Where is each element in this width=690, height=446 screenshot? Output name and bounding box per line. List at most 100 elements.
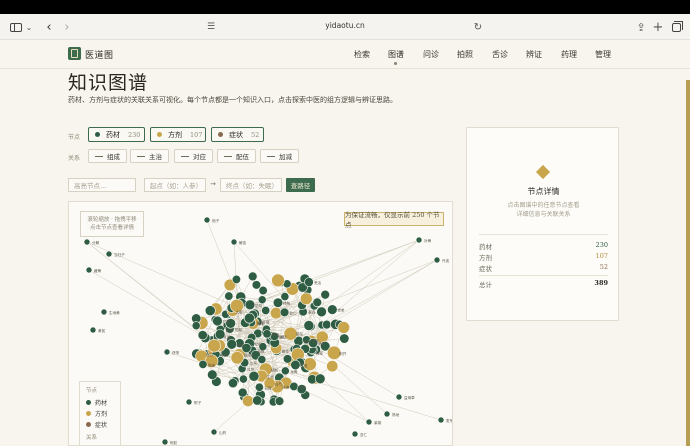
reload-icon[interactable]: ↻ xyxy=(472,19,484,35)
herb-node[interactable] xyxy=(281,366,290,376)
herb-node[interactable] xyxy=(224,291,234,301)
herb-node[interactable] xyxy=(203,216,211,224)
graph-svg[interactable]: 分解当归子藏骨炮子解血 补骨丹皮茯苓附子阿胶柴胡熟地杏仁麦冬山药益母草生地黄黄芪天… xyxy=(69,202,453,446)
relation-chip-indication[interactable]: 主治 xyxy=(130,149,169,163)
logo-icon[interactable] xyxy=(68,47,81,60)
herb-node[interactable] xyxy=(105,250,113,258)
nav-item-search[interactable]: 检索 xyxy=(354,49,370,60)
herb-node[interactable] xyxy=(415,236,423,244)
formula-node[interactable] xyxy=(242,395,254,407)
herb-node[interactable] xyxy=(282,354,293,364)
path-start-input[interactable]: 起点（如：人参） xyxy=(144,178,206,192)
herb-node[interactable] xyxy=(226,339,237,350)
formula-node[interactable] xyxy=(230,351,244,365)
nav-item-syndrome[interactable]: 辨证 xyxy=(526,49,542,60)
formula-node[interactable] xyxy=(300,292,313,305)
herb-node[interactable] xyxy=(280,292,290,301)
sidebar-toggle-icon[interactable] xyxy=(8,19,24,35)
nav-item-tongue[interactable]: 舌诊 xyxy=(492,49,508,60)
herb-node[interactable] xyxy=(244,312,255,324)
stat-row-symptom: 症状 52 xyxy=(479,263,608,273)
herb-node[interactable] xyxy=(383,410,391,418)
filter-chip-symptom[interactable]: 症状 52 xyxy=(211,127,264,142)
herb-node[interactable] xyxy=(163,348,171,356)
brand-name[interactable]: 医道图 xyxy=(85,48,114,61)
filter-chip-herb[interactable]: 药材 230 xyxy=(88,127,145,142)
herb-node[interactable] xyxy=(257,355,267,365)
back-icon[interactable]: ‹ xyxy=(43,19,55,35)
nav-item-consult[interactable]: 问诊 xyxy=(423,49,439,60)
herb-node[interactable] xyxy=(210,428,218,436)
herb-node[interactable] xyxy=(185,398,193,406)
herb-node[interactable] xyxy=(257,295,267,305)
page-menu-icon[interactable]: ☰ xyxy=(205,19,217,35)
nav-item-admin[interactable]: 管理 xyxy=(595,49,611,60)
herb-node[interactable] xyxy=(272,297,284,308)
herb-node[interactable] xyxy=(303,320,315,331)
nav-item-photo[interactable]: 拍照 xyxy=(457,49,473,60)
herb-node[interactable] xyxy=(261,306,271,315)
herb-node[interactable] xyxy=(197,330,208,341)
nav-item-graph[interactable]: 图谱 xyxy=(388,49,404,60)
herb-node[interactable] xyxy=(395,393,403,401)
herb-node[interactable] xyxy=(100,308,108,316)
herb-node[interactable] xyxy=(207,369,218,380)
herb-node[interactable] xyxy=(262,329,272,339)
herb-node[interactable] xyxy=(191,321,201,331)
filter-chip-formula[interactable]: 方剂 107 xyxy=(150,127,206,142)
herb-node[interactable] xyxy=(290,359,301,371)
new-tab-icon[interactable]: + xyxy=(652,19,664,35)
herb-node[interactable] xyxy=(198,359,208,369)
tab-overview-icon[interactable] xyxy=(670,19,683,35)
forward-icon[interactable]: › xyxy=(61,19,73,35)
relation-chip-correspond[interactable]: 对应 xyxy=(174,149,213,163)
path-end-input[interactable]: 终点（如：失眠） xyxy=(220,178,282,192)
herb-node[interactable] xyxy=(230,238,238,246)
herb-node[interactable] xyxy=(247,271,258,282)
herb-node[interactable] xyxy=(433,256,441,264)
herb-node[interactable] xyxy=(339,333,350,344)
herb-node[interactable] xyxy=(316,306,327,318)
herb-node[interactable] xyxy=(228,378,238,389)
herb-node[interactable] xyxy=(274,396,285,406)
herb-node[interactable] xyxy=(252,395,263,406)
herb-node[interactable] xyxy=(312,297,323,308)
herb-node[interactable] xyxy=(258,285,268,296)
herb-node[interactable] xyxy=(320,289,330,300)
relation-chip-composition[interactable]: 组成 xyxy=(88,149,127,163)
nav-item-pharmacology[interactable]: 药理 xyxy=(561,49,577,60)
herb-node[interactable] xyxy=(239,374,248,384)
herb-node[interactable] xyxy=(248,370,260,382)
herb-node[interactable] xyxy=(89,326,97,334)
herb-node[interactable] xyxy=(204,305,216,316)
formula-dot-icon xyxy=(157,132,162,137)
formula-node[interactable] xyxy=(271,273,285,288)
share-icon[interactable]: ⇪ xyxy=(635,19,647,35)
herb-node[interactable] xyxy=(304,277,314,287)
address-bar[interactable]: yidaotu.cn xyxy=(290,21,400,30)
graph-edge xyxy=(86,241,203,336)
chevron-down-icon[interactable]: ⌄ xyxy=(24,19,34,35)
herb-node[interactable] xyxy=(437,416,445,424)
herb-node[interactable] xyxy=(327,304,338,315)
relation-chip-modification[interactable]: 加减 xyxy=(260,149,299,163)
formula-node[interactable] xyxy=(207,339,221,353)
herb-node[interactable] xyxy=(314,373,326,385)
herb-node[interactable] xyxy=(351,430,359,438)
formula-node[interactable] xyxy=(326,360,339,373)
herb-node[interactable] xyxy=(231,274,241,284)
herb-node[interactable] xyxy=(322,319,332,330)
relation-chip-pairing[interactable]: 配伍 xyxy=(217,149,256,163)
herb-node[interactable] xyxy=(279,307,290,318)
herb-node[interactable] xyxy=(254,382,264,392)
formula-node[interactable] xyxy=(337,321,350,334)
herb-node[interactable] xyxy=(83,238,91,246)
herb-node[interactable] xyxy=(365,418,373,426)
herb-node[interactable] xyxy=(85,266,93,274)
herb-node[interactable] xyxy=(244,299,256,311)
find-path-button[interactable]: 查路径 xyxy=(286,178,315,192)
node-search-input[interactable]: 高亮节点... xyxy=(68,178,136,192)
herb-node[interactable] xyxy=(161,438,169,445)
herb-node[interactable] xyxy=(212,315,223,327)
knowledge-graph-canvas[interactable]: 分解 当归子 藏骨 炮子 解血 补骨 丹皮 茯苓 附子 阿胶 柴胡 熟地 杏仁 麦冬 山药 益母草 生地黄 黄芪天… xyxy=(68,201,453,446)
